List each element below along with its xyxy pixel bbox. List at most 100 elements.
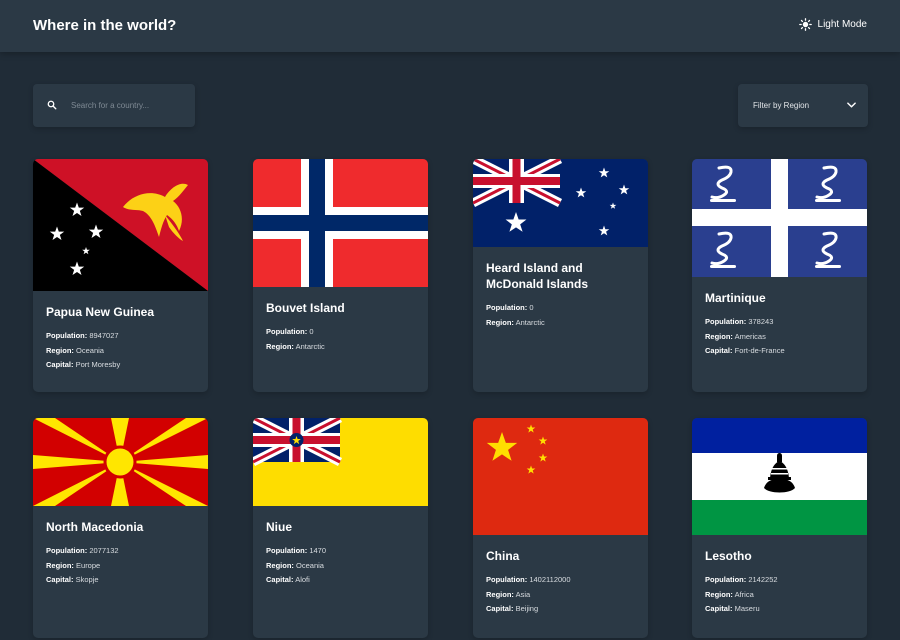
card-body: North Macedonia Population: 2077132 Regi… [33,506,208,588]
population-label: Population: [486,303,528,312]
flag-image-lesotho [692,418,867,535]
chevron-down-icon [847,101,856,110]
country-card[interactable]: Niue Population: 1470 Region: Oceania Ca… [253,418,428,638]
region-row: Region: Antarctic [486,316,635,331]
region-value: Europe [76,560,101,570]
capital-value: Maseru [734,604,760,613]
theme-toggle-label: Light Mode [817,19,867,30]
population-label: Population: [46,331,88,340]
region-value: Antarctic [515,317,545,327]
region-row: Region: Europe [46,559,195,574]
theme-toggle-button[interactable]: Light Mode [798,18,867,31]
region-filter-label: Filter by Region [753,101,810,110]
region-row: Region: Americas [705,330,854,345]
region-label: Region: [705,331,733,341]
region-value: Americas [734,331,766,341]
region-label: Region: [705,589,733,599]
population-value: 1470 [309,546,327,555]
region-label: Region: [46,345,74,355]
capital-row: Capital: Port Moresby [46,358,195,373]
country-name: Bouvet Island [266,301,345,315]
capital-value: Alofi [295,575,310,584]
country-name: Martinique [705,291,766,305]
country-name: China [486,549,520,563]
population-value: 1402112000 [529,575,571,584]
population-label: Population: [266,327,308,336]
card-body: Heard Island and McDonald Islands Popula… [473,247,648,330]
region-row: Region: Oceania [46,344,195,359]
card-body: China Population: 1402112000 Region: Asi… [473,535,648,617]
population-row: Population: 8947027 [46,329,195,344]
population-value: 0 [529,303,534,312]
region-value: Oceania [296,560,324,570]
population-label: Population: [266,546,308,555]
region-label: Region: [266,560,294,570]
population-row: Population: 1470 [266,544,415,559]
country-name: Lesotho [705,549,752,563]
capital-label: Capital: [266,575,294,584]
card-body: Papua New Guinea Population: 8947027 Reg… [33,291,208,373]
country-card[interactable]: North Macedonia Population: 2077132 Regi… [33,418,208,638]
region-row: Region: Asia [486,588,635,603]
population-row: Population: 378243 [705,315,854,330]
population-value: 378243 [748,317,774,326]
app-title: Where in the world? [33,17,177,34]
card-body: Niue Population: 1470 Region: Oceania Ca… [253,506,428,588]
region-row: Region: Antarctic [266,340,415,355]
capital-row: Capital: Beijing [486,602,635,617]
region-value: Antarctic [295,341,325,351]
population-label: Population: [705,575,747,584]
population-row: Population: 2077132 [46,544,195,559]
capital-label: Capital: [705,346,733,355]
population-row: Population: 0 [266,325,415,340]
country-name: Papua New Guinea [46,305,155,319]
search-icon [33,97,57,115]
country-name: Heard Island and McDonald Islands [486,261,589,291]
capital-value: Beijing [515,604,539,613]
region-label: Region: [486,317,514,327]
population-value: 2077132 [89,546,119,555]
population-value: 2142252 [748,575,778,584]
capital-row: Capital: Maseru [705,602,854,617]
population-label: Population: [46,546,88,555]
country-card[interactable]: Heard Island and McDonald Islands Popula… [473,159,648,392]
region-filter-select[interactable]: Filter by Region [738,84,868,127]
region-value: Oceania [76,345,104,355]
country-card[interactable]: Martinique Population: 378243 Region: Am… [692,159,867,392]
population-row: Population: 0 [486,301,635,316]
country-name: North Macedonia [46,520,144,534]
country-card[interactable]: Papua New Guinea Population: 8947027 Reg… [33,159,208,392]
capital-row: Capital: Alofi [266,573,415,588]
population-value: 8947027 [89,331,119,340]
flag-image-martinique [692,159,867,277]
capital-label: Capital: [486,604,514,613]
search-box[interactable] [33,84,195,127]
capital-label: Capital: [46,575,74,584]
region-label: Region: [46,560,74,570]
population-label: Population: [705,317,747,326]
flag-image-heard-island [473,159,648,247]
region-label: Region: [266,341,294,351]
population-row: Population: 1402112000 [486,573,635,588]
search-input[interactable] [71,101,181,110]
country-card[interactable]: Lesotho Population: 2142252 Region: Afri… [692,418,867,638]
country-card[interactable]: China Population: 1402112000 Region: Asi… [473,418,648,638]
region-row: Region: Africa [705,588,854,603]
capital-value: Skopje [75,575,99,584]
card-body: Martinique Population: 378243 Region: Am… [692,277,867,359]
card-body: Bouvet Island Population: 0 Region: Anta… [253,287,428,354]
sun-icon [798,18,812,31]
country-card[interactable]: Bouvet Island Population: 0 Region: Anta… [253,159,428,392]
country-name: Niue [266,520,293,534]
capital-row: Capital: Fort-de-France [705,344,854,359]
flag-image-papua-new-guinea [33,159,208,291]
capital-value: Port Moresby [75,360,121,369]
top-bar: Where in the world? Light Mode [0,0,900,52]
region-value: Africa [734,589,754,599]
card-body: Lesotho Population: 2142252 Region: Afri… [692,535,867,617]
population-label: Population: [486,575,528,584]
flag-image-north-macedonia [33,418,208,506]
region-value: Asia [515,589,531,599]
population-value: 0 [309,327,314,336]
flag-image-china [473,418,648,535]
